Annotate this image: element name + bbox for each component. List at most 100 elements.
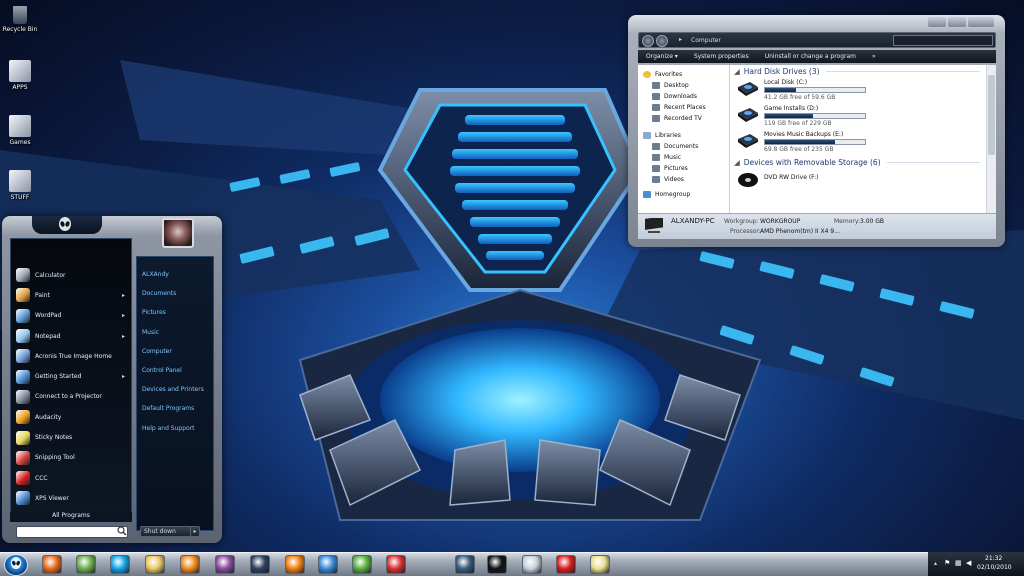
- start-place-item[interactable]: ALXAndy: [137, 265, 213, 284]
- nav-item[interactable]: Documents: [638, 141, 729, 152]
- hard-disk-section-header[interactable]: ◢ Hard Disk Drives (3): [730, 65, 986, 78]
- close-button[interactable]: [968, 17, 994, 27]
- shutdown-button[interactable]: Shut down: [140, 526, 192, 537]
- program-item[interactable]: Acronis True Image Home: [11, 346, 131, 366]
- more-toolbar-button[interactable]: »: [864, 53, 884, 60]
- program-item[interactable]: Getting Started ▸: [11, 366, 131, 386]
- program-item[interactable]: Notepad ▸: [11, 326, 131, 346]
- drive-item[interactable]: Movies Music Backups (E:) 69.8 GB free of…: [730, 130, 986, 156]
- dvd-drive-item[interactable]: DVD RW Drive (F:): [730, 169, 986, 189]
- nav-item[interactable]: Recent Places: [638, 102, 729, 113]
- winrar-icon[interactable]: [215, 555, 235, 574]
- network-icon[interactable]: ▦: [955, 559, 962, 567]
- skype-icon[interactable]: [110, 555, 130, 574]
- windows-flag-icon[interactable]: [318, 555, 338, 574]
- monitor-icon[interactable]: [455, 555, 475, 574]
- removable-storage-section-header[interactable]: ◢ Devices with Removable Storage (6): [730, 156, 986, 169]
- organize-button[interactable]: Organize ▾: [638, 53, 686, 60]
- minimize-button[interactable]: [928, 17, 946, 27]
- alienware-icon[interactable]: [487, 555, 507, 574]
- start-place-item[interactable]: Devices and Printers: [137, 380, 213, 399]
- snipping-tool-icon: [16, 450, 30, 465]
- program-label: Acronis True Image Home: [35, 352, 112, 360]
- steam-icon[interactable]: [250, 555, 270, 574]
- start-button[interactable]: [4, 554, 28, 576]
- nav-item[interactable]: Pictures: [638, 163, 729, 174]
- explorer-toolbar: Organize ▾ System properties Uninstall o…: [638, 50, 996, 63]
- submenu-arrow-icon[interactable]: ▸: [122, 333, 125, 340]
- program-item[interactable]: CCC: [11, 468, 131, 488]
- desktop-icon-recycle-bin[interactable]: Recycle Bin: [0, 6, 40, 33]
- green-app-icon[interactable]: [352, 555, 372, 574]
- scrollbar-thumb[interactable]: [988, 75, 995, 155]
- users-icon[interactable]: [76, 555, 96, 574]
- nav-item[interactable]: Desktop: [638, 80, 729, 91]
- nav-item[interactable]: Music: [638, 152, 729, 163]
- uninstall-program-button[interactable]: Uninstall or change a program: [757, 53, 864, 60]
- notepad-task-icon[interactable]: [590, 555, 610, 574]
- submenu-arrow-icon[interactable]: ▸: [122, 292, 125, 299]
- drive-usage-fill: [765, 88, 796, 92]
- ati-taskbar-icon[interactable]: [556, 555, 576, 574]
- drive-item[interactable]: Local Disk (C:) 41.2 GB free of 59.6 GB: [730, 78, 986, 104]
- user-avatar[interactable]: [162, 218, 194, 248]
- nav-favorites[interactable]: Favorites: [638, 69, 729, 80]
- nav-label: Homegroup: [655, 191, 691, 198]
- nav-homegroup[interactable]: Homegroup: [638, 189, 729, 200]
- workgroup-value: WORKGROUP: [760, 218, 801, 225]
- vlc-icon[interactable]: [285, 555, 305, 574]
- explorer-search-input[interactable]: [893, 35, 993, 46]
- start-place-item[interactable]: Documents: [137, 284, 213, 303]
- search-icon[interactable]: [117, 526, 128, 537]
- flag-icon[interactable]: ⚑: [944, 559, 950, 567]
- start-place-item[interactable]: Computer: [137, 342, 213, 361]
- start-place-item[interactable]: Control Panel: [137, 361, 213, 380]
- start-menu: Calculator Paint ▸ WordPad ▸ Notepad ▸ Acronis …: [2, 216, 222, 543]
- shutdown-options-arrow[interactable]: ▸: [190, 526, 200, 537]
- calculator-icon: [16, 268, 30, 283]
- show-hidden-icons-arrow[interactable]: ▴: [934, 560, 937, 567]
- program-item[interactable]: Sticky Notes: [11, 427, 131, 447]
- content-scrollbar[interactable]: [986, 65, 996, 213]
- desktop-icon-games[interactable]: Games: [0, 115, 40, 146]
- start-place-item[interactable]: Music: [137, 323, 213, 342]
- clock-time[interactable]: 21:32: [985, 555, 1002, 562]
- pen-tool-icon[interactable]: [522, 555, 542, 574]
- nav-libraries[interactable]: Libraries: [638, 130, 729, 141]
- program-item[interactable]: Audacity: [11, 407, 131, 427]
- submenu-arrow-icon[interactable]: ▸: [122, 312, 125, 319]
- hard-drive-icon: [736, 107, 760, 123]
- desktop-icon-stuff[interactable]: STUFF: [0, 170, 40, 201]
- drive-free-space: 119 GB free of 229 GB: [764, 120, 832, 127]
- address-bar[interactable]: Computer: [691, 37, 721, 44]
- start-place-item[interactable]: Help and Support: [137, 419, 213, 438]
- pc-name: ALXANDY-PC: [671, 217, 715, 225]
- system-properties-button[interactable]: System properties: [686, 53, 757, 60]
- nav-item[interactable]: Downloads: [638, 91, 729, 102]
- nav-item[interactable]: Videos: [638, 174, 729, 185]
- submenu-arrow-icon[interactable]: ▸: [122, 373, 125, 380]
- desktop-icon-label: STUFF: [10, 194, 30, 201]
- media-player-icon[interactable]: [180, 555, 200, 574]
- start-place-item[interactable]: Pictures: [137, 303, 213, 322]
- volume-icon[interactable]: ◀: [966, 559, 971, 567]
- forward-button[interactable]: [656, 35, 668, 47]
- start-search-input[interactable]: [16, 526, 128, 538]
- all-programs-button[interactable]: All Programs: [10, 512, 132, 522]
- back-button[interactable]: [642, 35, 654, 47]
- clock-date[interactable]: 02/10/2010: [977, 564, 1012, 571]
- red-app-icon[interactable]: [386, 555, 406, 574]
- firefox-icon[interactable]: [42, 555, 62, 574]
- explorer-folder-icon[interactable]: [145, 555, 165, 574]
- drive-item[interactable]: Game Installs (D:) 119 GB free of 229 GB: [730, 104, 986, 130]
- program-item[interactable]: Paint ▸: [11, 285, 131, 305]
- maximize-button[interactable]: [948, 17, 966, 27]
- start-place-item[interactable]: Default Programs: [137, 399, 213, 418]
- program-item[interactable]: XPS Viewer: [11, 488, 131, 508]
- program-item[interactable]: Calculator: [11, 265, 131, 285]
- program-item[interactable]: WordPad ▸: [11, 306, 131, 326]
- program-item[interactable]: Snipping Tool: [11, 448, 131, 468]
- desktop-icon-apps[interactable]: APPS: [0, 60, 40, 91]
- nav-item[interactable]: Recorded TV: [638, 113, 729, 124]
- program-item[interactable]: Connect to a Projector: [11, 387, 131, 407]
